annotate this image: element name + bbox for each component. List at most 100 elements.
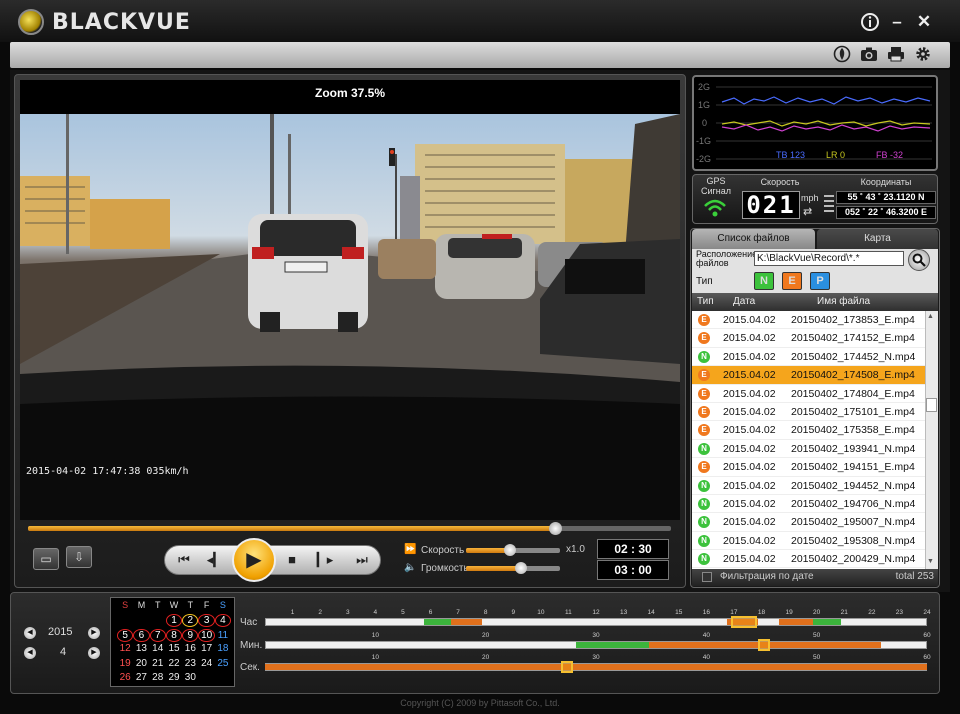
file-row[interactable]: N 2015.04.02 20150402_194706_N.mp4 xyxy=(692,495,925,514)
file-row[interactable]: E 2015.04.02 20150402_175101_E.mp4 xyxy=(692,403,925,422)
tab-file-list[interactable]: Список файлов xyxy=(692,229,815,249)
prev-year-icon[interactable]: ◀ xyxy=(24,627,36,639)
calendar-day[interactable]: 17 xyxy=(198,643,214,654)
file-row[interactable]: E 2015.04.02 20150402_174508_E.mp4 xyxy=(692,366,925,385)
next-year-icon[interactable]: ▶ xyxy=(88,627,100,639)
file-row[interactable]: E 2015.04.02 20150402_194151_E.mp4 xyxy=(692,458,925,477)
next-month-icon[interactable]: ▶ xyxy=(88,647,100,659)
calendar-day[interactable]: 28 xyxy=(150,672,166,683)
timeline-tick: 22 xyxy=(868,609,876,616)
calendar-day[interactable]: 6 xyxy=(133,628,150,642)
search-icon[interactable] xyxy=(908,249,930,271)
calendar-day[interactable]: 14 xyxy=(150,643,166,654)
calendar-day[interactable]: 19 xyxy=(117,658,133,669)
info-icon[interactable] xyxy=(860,12,880,32)
calendar-day[interactable]: 18 xyxy=(215,643,231,654)
speed-icon: ⏩ xyxy=(404,544,417,555)
month-value: 4 xyxy=(60,646,67,658)
file-row[interactable]: E 2015.04.02 20150402_175358_E.mp4 xyxy=(692,421,925,440)
calendar-day[interactable]: 29 xyxy=(166,672,182,683)
step-forward-icon[interactable]: ▎▸ xyxy=(313,548,337,572)
skip-first-icon[interactable]: ⏮ xyxy=(172,548,196,572)
calendar-day[interactable]: 8 xyxy=(165,628,183,642)
close-button[interactable]: ✕ xyxy=(914,12,934,32)
timeline-selection[interactable] xyxy=(560,661,573,673)
calendar-day[interactable]: 23 xyxy=(182,658,198,669)
filter-parking-button[interactable]: P xyxy=(810,272,830,290)
calendar-day[interactable]: 4 xyxy=(214,614,232,627)
calendar-day[interactable]: 11 xyxy=(215,630,231,641)
file-row[interactable]: N 2015.04.02 20150402_195308_N.mp4 xyxy=(692,532,925,551)
camera-icon[interactable] xyxy=(859,45,879,65)
calendar-day[interactable]: 1 xyxy=(165,614,183,627)
file-row[interactable]: E 2015.04.02 20150402_173853_E.mp4 xyxy=(692,311,925,330)
file-name: 20150402_175101_E.mp4 xyxy=(791,405,915,418)
print-icon[interactable] xyxy=(886,45,906,65)
calendar-day[interactable]: 26 xyxy=(117,672,133,683)
step-back-icon[interactable]: ◂▎ xyxy=(203,548,227,572)
calendar-day[interactable]: 3 xyxy=(198,614,215,627)
file-list-scrollbar[interactable] xyxy=(925,311,938,569)
calendar-day[interactable]: 30 xyxy=(182,672,198,683)
gear-icon[interactable] xyxy=(913,45,933,65)
timeline-selection[interactable] xyxy=(730,616,757,628)
copyright: Copyright (C) 2009 by Pittasoft Co., Ltd… xyxy=(400,698,560,708)
calendar-day[interactable]: 7 xyxy=(149,628,166,642)
filter-event-button[interactable]: E xyxy=(782,272,802,290)
play-button[interactable]: ▶ xyxy=(232,538,276,582)
recorded-hour-segment[interactable] xyxy=(451,619,483,625)
volume-slider-handle[interactable] xyxy=(514,562,527,574)
tab-map[interactable]: Карта xyxy=(817,229,938,249)
calendar-day[interactable]: 5 xyxy=(117,628,134,642)
calendar-day[interactable]: 12 xyxy=(117,643,133,654)
recorded-hour-segment[interactable] xyxy=(813,619,841,625)
path-input[interactable]: K:\BlackVue\Record\*.* xyxy=(754,251,904,266)
stop-icon[interactable]: ■ xyxy=(280,548,304,572)
file-row[interactable]: N 2015.04.02 20150402_194452_N.mp4 xyxy=(692,477,925,495)
date-filter-checkbox[interactable] xyxy=(702,572,712,582)
skip-last-icon[interactable]: ⏭ xyxy=(350,548,374,572)
event-file-icon: E xyxy=(698,405,710,418)
recorded-second-segment[interactable] xyxy=(265,664,927,670)
calendar-day[interactable]: 20 xyxy=(133,658,149,669)
unit-toggle-icon[interactable]: ⇄ xyxy=(803,205,812,218)
minimize-button[interactable]: – xyxy=(887,12,907,32)
map-pin-icon[interactable] xyxy=(832,45,852,65)
calendar-day[interactable]: 9 xyxy=(182,628,199,642)
scrollbar-thumb[interactable] xyxy=(926,398,937,412)
dashcam-video-frame[interactable] xyxy=(20,114,680,520)
calendar-day[interactable]: 16 xyxy=(182,643,198,654)
file-row[interactable]: N 2015.04.02 20150402_174452_N.mp4 xyxy=(692,348,925,367)
file-row[interactable]: N 2015.04.02 20150402_193941_N.mp4 xyxy=(692,440,925,459)
recorded-hour-segment[interactable] xyxy=(779,619,814,625)
calendar-day[interactable]: 10 xyxy=(198,628,215,642)
calendar-day[interactable]: 27 xyxy=(133,672,149,683)
prev-month-icon[interactable]: ◀ xyxy=(24,647,36,659)
calendar-day[interactable]: 22 xyxy=(166,658,182,669)
scroll-up-icon[interactable]: ▲ xyxy=(927,313,934,320)
filter-normal-button[interactable]: N xyxy=(754,272,774,290)
recorded-minute-segment[interactable] xyxy=(576,642,649,648)
scroll-down-icon[interactable]: ▼ xyxy=(927,558,934,565)
calendar-day[interactable]: 2 xyxy=(182,614,199,627)
col-type[interactable]: Тип xyxy=(697,296,714,307)
col-date[interactable]: Дата xyxy=(733,296,755,307)
file-row[interactable]: N 2015.04.02 20150402_200429_N.mp4 xyxy=(692,550,925,569)
graph-y-label: -1G xyxy=(696,136,711,146)
calendar-day[interactable]: 13 xyxy=(133,643,149,654)
file-date: 2015.04.02 xyxy=(723,387,776,400)
file-row[interactable]: E 2015.04.02 20150402_174152_E.mp4 xyxy=(692,329,925,348)
timeline-selection[interactable] xyxy=(758,639,771,651)
recorded-hour-segment[interactable] xyxy=(423,619,452,625)
calendar-day[interactable]: 25 xyxy=(215,658,231,669)
total-time: 03 : 00 xyxy=(597,560,669,580)
file-row[interactable]: E 2015.04.02 20150402_174804_E.mp4 xyxy=(692,385,925,403)
snapshot-icon[interactable]: ▭ xyxy=(33,548,59,570)
col-filename[interactable]: Имя файла xyxy=(817,296,870,307)
user-export-icon[interactable]: ⇩ xyxy=(66,546,92,568)
calendar-day[interactable]: 21 xyxy=(150,658,166,669)
calendar-day[interactable]: 15 xyxy=(166,643,182,654)
tb-label: TB 123 xyxy=(776,150,805,160)
calendar-day[interactable]: 24 xyxy=(198,658,214,669)
file-row[interactable]: N 2015.04.02 20150402_195007_N.mp4 xyxy=(692,513,925,532)
